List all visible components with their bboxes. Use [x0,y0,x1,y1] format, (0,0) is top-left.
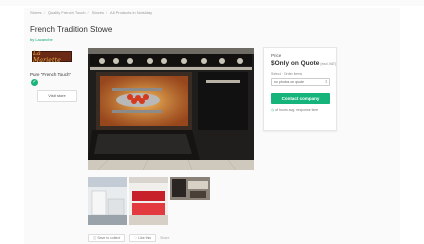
save-to-collection-button[interactable]: ◫Save to collect [88,234,126,242]
bookmark-icon: ◫ [93,236,97,240]
brand-link[interactable]: by Lacanche [30,37,53,42]
select-label: Select · Order items [271,72,303,76]
seller-logo[interactable]: La Mariette [32,49,72,64]
price-unit: (excl.VAT) [320,62,337,66]
contact-company-button[interactable]: Contact company [271,93,330,104]
gallery-thumbnail[interactable] [88,177,127,225]
breadcrumb-item[interactable]: Stoves [92,10,104,15]
range-cooker-illustration [88,48,254,170]
response-time: ◷of hours avg. response time [271,108,319,112]
main-product-image[interactable] [88,48,254,170]
like-button[interactable]: ♡Like this [129,234,157,242]
gallery-thumbnail[interactable] [129,177,168,225]
image-actions: ◫Save to collect ♡Like this Share [88,234,169,242]
quantity-select[interactable]: no photos on quote ⇕ [271,78,330,86]
page-title: French Tradition Stowe [30,25,113,34]
top-bar [0,0,424,6]
seller-name: Pure "French Touch" [30,72,72,77]
breadcrumb: Stores / Quality French Touch / Stoves / Al… [30,10,153,15]
check-circle-icon: ✓ [31,79,38,86]
price-value: $Only on Quote(excl.VAT) [271,60,337,67]
heart-icon: ♡ [134,236,138,240]
chevron-updown-icon: ⇕ [324,79,328,84]
breadcrumb-item[interactable]: Quality French Touch [48,10,86,15]
breadcrumb-item[interactable]: Stores [30,10,42,15]
seller-logo-text: La Mariette [33,49,62,64]
share-link[interactable]: Share [160,234,169,242]
breadcrumb-item[interactable]: All Products in Noisiday [110,10,152,15]
price-card: Price $Only on Quote(excl.VAT) Select · … [263,47,337,131]
clock-icon: ◷ [271,108,275,112]
gallery-thumbnail[interactable] [170,177,210,200]
visit-store-button[interactable]: Visit store [37,90,77,102]
price-label: Price [271,53,282,58]
